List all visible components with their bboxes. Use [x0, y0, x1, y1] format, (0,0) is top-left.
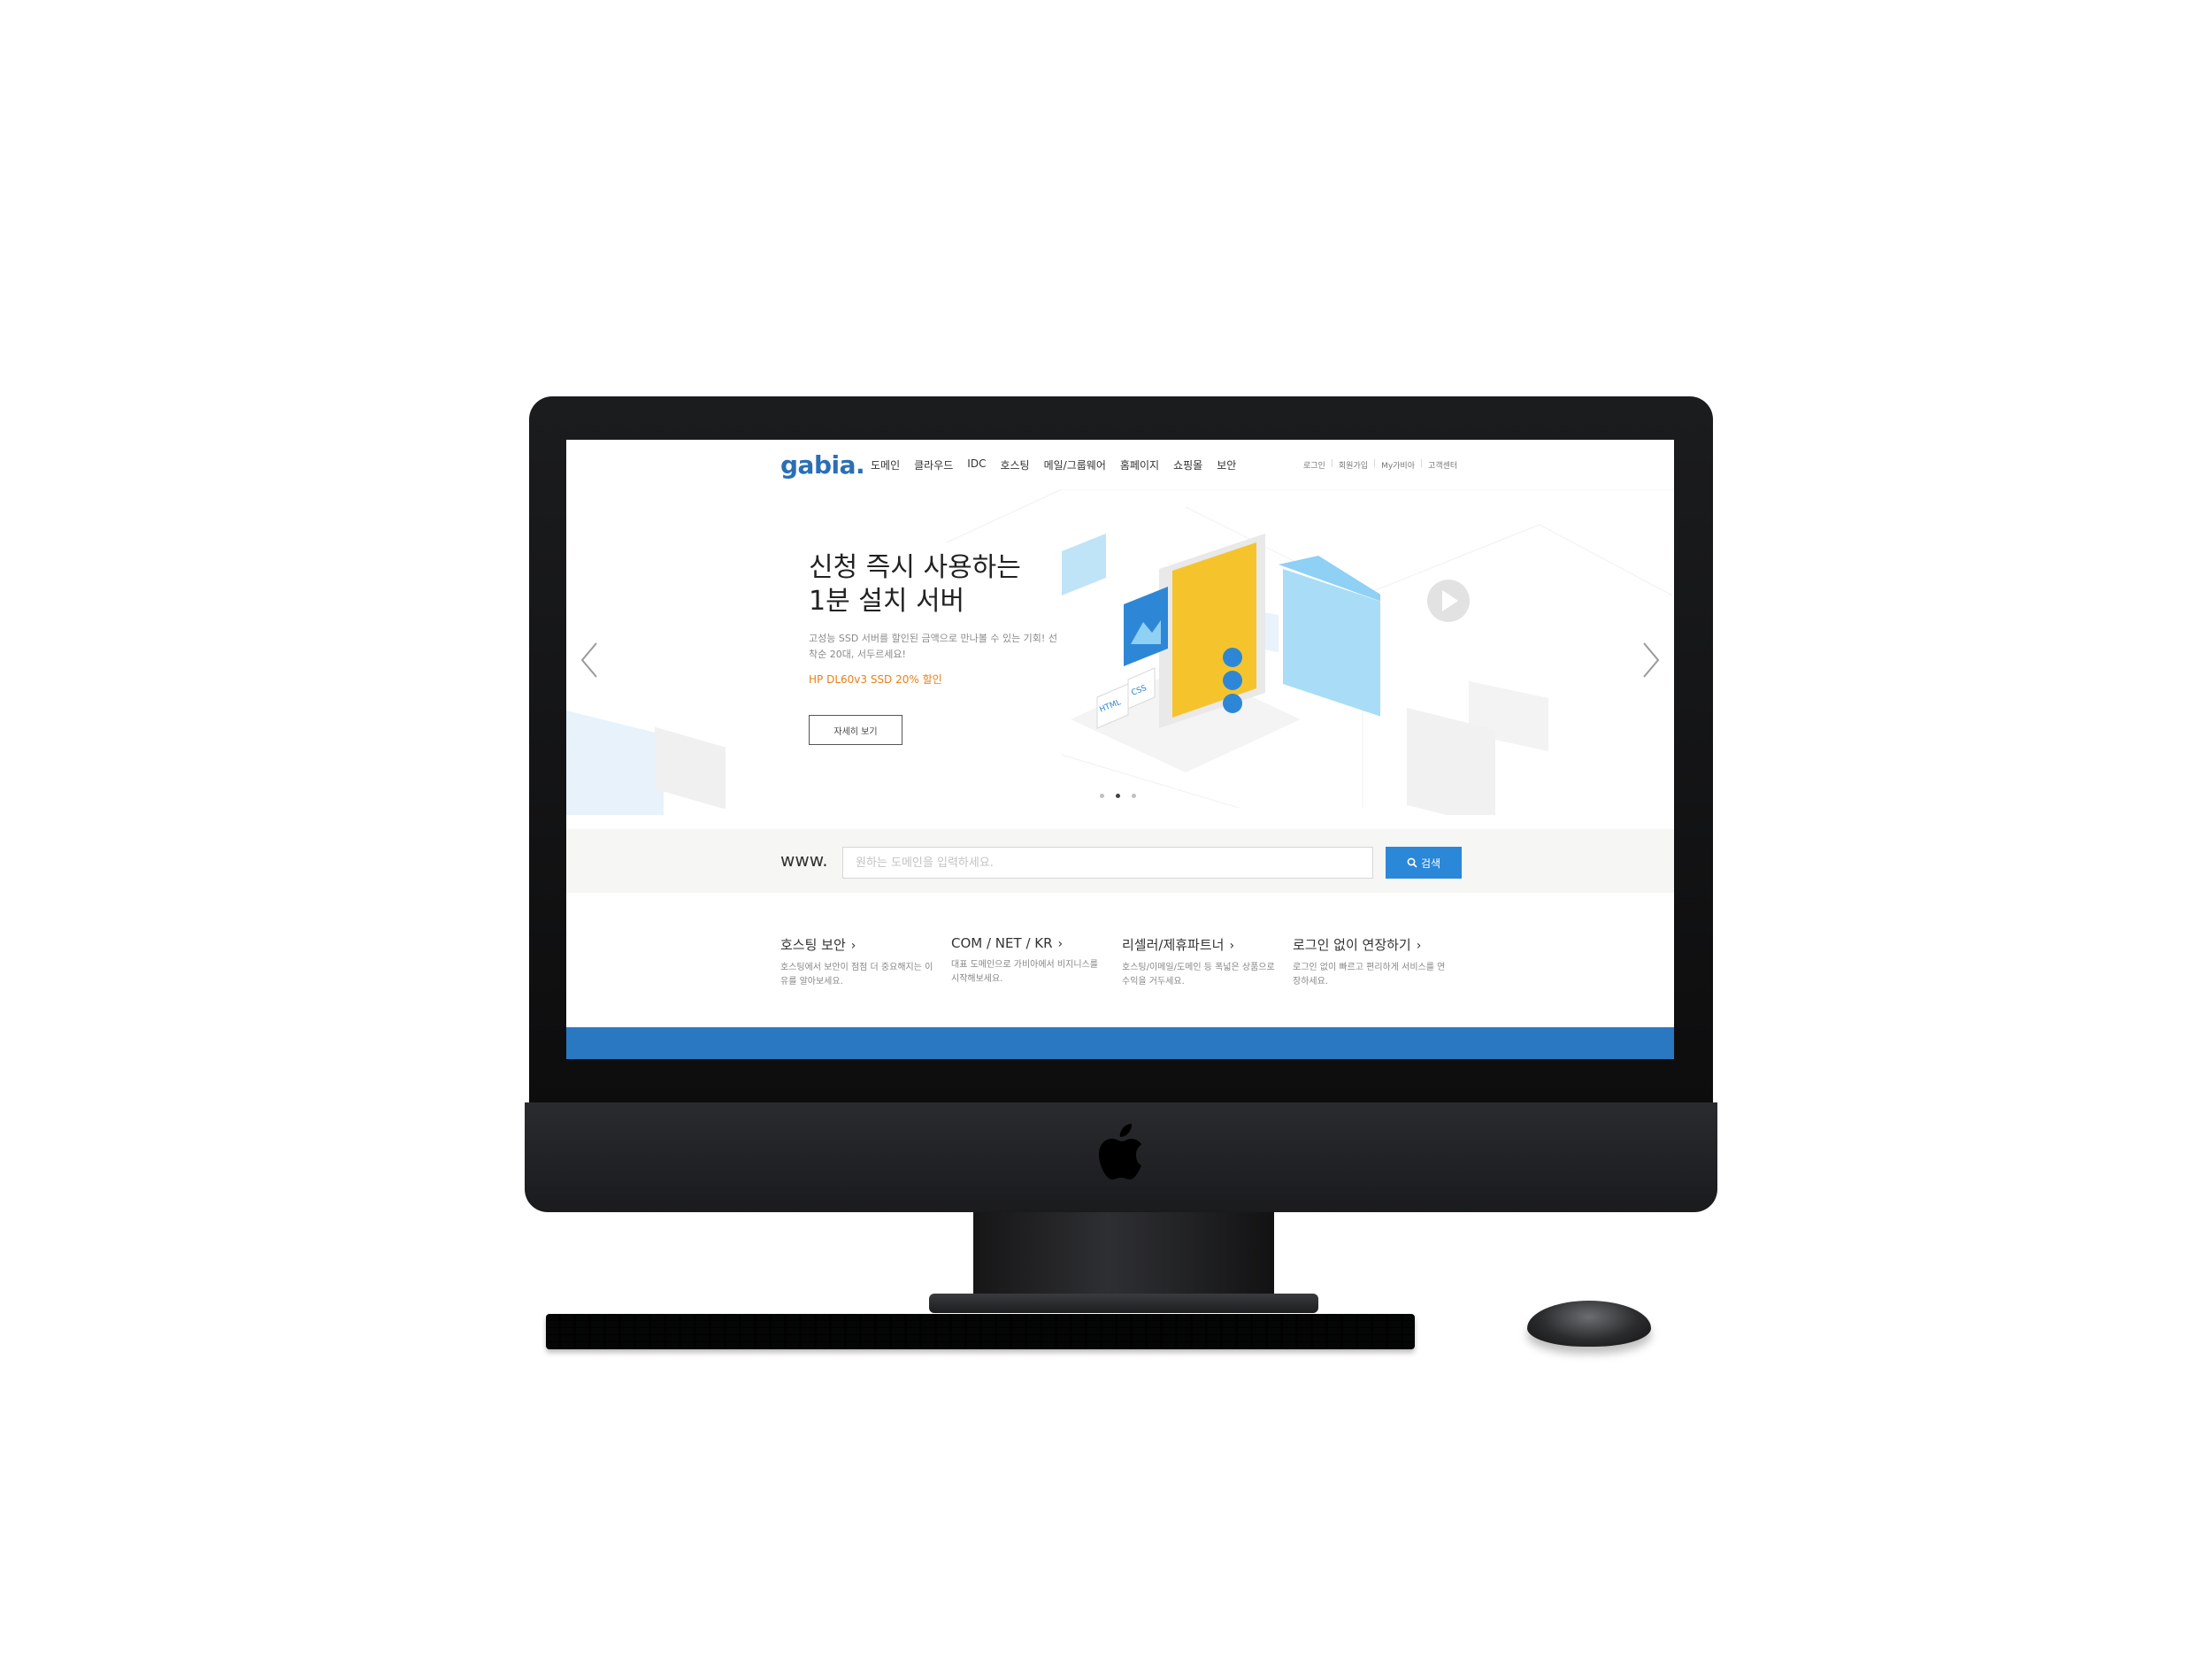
- slide-indicators: [1100, 794, 1136, 798]
- slide-dot-3[interactable]: [1132, 794, 1136, 798]
- signup-link[interactable]: 회원가입: [1339, 459, 1368, 471]
- chevron-left-icon[interactable]: [577, 640, 602, 680]
- menu-item-shopping-mall[interactable]: 쇼핑몰: [1173, 457, 1202, 472]
- divider: |: [1420, 459, 1424, 468]
- quick-link-desc: 대표 도메인으로 가비아에서 비지니스를 시작해보세요.: [951, 960, 1098, 984]
- divider: |: [1373, 459, 1377, 468]
- server-illustration: HTML CSS: [1062, 534, 1380, 772]
- search-button-label: 검색: [1420, 856, 1441, 870]
- top-navigation: gabia. 도메인 클라우드 IDC 호스팅 메일/그룹웨어 홈페이지 쇼핑몰…: [566, 440, 1674, 490]
- quick-link-hosting-security[interactable]: 호스팅 보안 › 호스팅에서 보안이 점점 더 중요해지는 이유를 알아보세요.: [780, 935, 940, 989]
- chevron-right-small-icon: ›: [1229, 939, 1235, 953]
- chevron-right-icon[interactable]: [1639, 640, 1663, 680]
- chevron-right-small-icon: ›: [1416, 939, 1422, 953]
- menu-item-homepage[interactable]: 홈페이지: [1120, 457, 1159, 472]
- slide-dot-2[interactable]: [1116, 794, 1120, 798]
- imac-stand-foot: [929, 1294, 1318, 1313]
- quick-link-title: COM / NET / KR: [951, 935, 1053, 951]
- menu-item-domain[interactable]: 도메인: [871, 457, 900, 472]
- quick-link-reseller[interactable]: 리셀러/제휴파트너 › 호스팅/이메일/도메인 등 폭넓은 상품으로 수익을 거두…: [1122, 935, 1281, 989]
- menu-item-idc[interactable]: IDC: [967, 457, 986, 472]
- bottom-bar: [566, 1027, 1674, 1059]
- customer-center-link[interactable]: 고객센터: [1428, 459, 1457, 471]
- quick-link-renew-without-login[interactable]: 로그인 없이 연장하기 › 로그인 없이 빠르고 편리하게 서비스를 연장하세요.: [1293, 935, 1452, 989]
- divider: |: [1330, 459, 1333, 468]
- hero-title: 신청 즉시 사용하는 1분 설치 서버: [809, 552, 1021, 617]
- screen: gabia. 도메인 클라우드 IDC 호스팅 메일/그룹웨어 홈페이지 쇼핑몰…: [566, 440, 1674, 1059]
- quick-link-desc: 호스팅에서 보안이 점점 더 중요해지는 이유를 알아보세요.: [780, 963, 933, 987]
- menu-item-security[interactable]: 보안: [1217, 457, 1236, 472]
- chevron-right-small-icon: ›: [850, 939, 856, 953]
- quick-link-title: 호스팅 보안: [780, 937, 846, 953]
- menu-item-hosting[interactable]: 호스팅: [1000, 457, 1029, 472]
- my-gabia-link[interactable]: My가비아: [1381, 459, 1415, 471]
- imac-stand: [973, 1212, 1274, 1305]
- login-link[interactable]: 로그인: [1303, 459, 1325, 471]
- mouse: [1527, 1301, 1651, 1347]
- quick-link-desc: 호스팅/이메일/도메인 등 폭넓은 상품으로 수익을 거두세요.: [1122, 963, 1275, 987]
- gabia-logo[interactable]: gabia.: [780, 450, 865, 480]
- apple-logo-icon: [1099, 1124, 1141, 1179]
- menu-item-cloud[interactable]: 클라우드: [914, 457, 953, 472]
- chevron-right-small-icon: ›: [1057, 937, 1064, 951]
- search-icon: [1407, 857, 1417, 868]
- quick-link-title: 리셀러/제휴파트너: [1122, 937, 1225, 953]
- quick-link-title: 로그인 없이 연장하기: [1293, 937, 1411, 953]
- menu-item-mail-groupware[interactable]: 메일/그룹웨어: [1044, 457, 1106, 472]
- slide-dot-1[interactable]: [1100, 794, 1104, 798]
- details-button[interactable]: 자세히 보기: [809, 715, 902, 745]
- main-menu: 도메인 클라우드 IDC 호스팅 메일/그룹웨어 홈페이지 쇼핑몰 보안: [871, 457, 1236, 472]
- www-prefix: www.: [780, 849, 828, 871]
- hero-banner: 신청 즉시 사용하는 1분 설치 서버 고성능 SSD 서버를 할인된 금액으로…: [566, 489, 1674, 815]
- hero-subtitle: 고성능 SSD 서버를 할인된 금액으로 만나볼 수 있는 기회! 선착순 20…: [809, 633, 1057, 660]
- domain-search-bar: www. 검색: [566, 829, 1674, 893]
- hero-promo[interactable]: HP DL60v3 SSD 20% 할인: [809, 672, 942, 687]
- keyboard: [546, 1314, 1415, 1349]
- quick-link-desc: 로그인 없이 빠르고 편리하게 서비스를 연장하세요.: [1293, 963, 1446, 987]
- quick-link-com-net-kr[interactable]: COM / NET / KR › 대표 도메인으로 가비아에서 비지니스를 시작해…: [951, 935, 1110, 987]
- domain-search-input[interactable]: [842, 847, 1373, 879]
- search-button[interactable]: 검색: [1386, 847, 1462, 879]
- utility-menu: 로그인 | 회원가입 | My가비아 | 고객센터: [1303, 459, 1457, 471]
